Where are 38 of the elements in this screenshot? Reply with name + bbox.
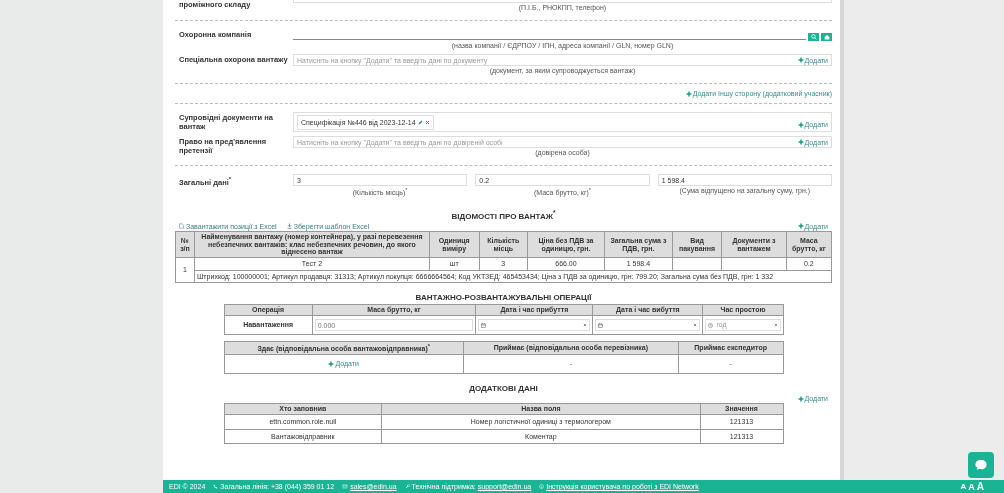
house-icon [823,34,830,40]
section-title: ВАНТАЖНО-РОЗВАНТАЖУВАЛЬНІ ОПЕРАЦІЇ [414,292,593,305]
section-title: ВІДОМОСТІ ПРО ВАНТАЖ$^{*}$ [450,208,557,223]
clear-icon[interactable] [773,323,778,328]
search-icon [810,34,817,40]
plus-icon [797,121,804,128]
calendar-icon [481,322,487,328]
plus-icon [797,57,804,63]
clock-icon [708,322,714,328]
search-button[interactable] [808,33,819,41]
mail-icon [342,484,349,489]
plus-icon [797,395,804,402]
contact-field[interactable] [293,0,832,3]
table-cell [721,257,787,271]
table-cell [672,257,722,271]
datetime-field[interactable] [595,319,701,332]
font-size-button[interactable]: A [976,481,984,492]
plus-icon [685,90,692,97]
section-title: ДОДАТКОВІ ДАНІ [468,383,539,396]
calendar-icon [598,322,604,328]
font-size-button[interactable]: A [960,482,967,491]
directory-button[interactable] [821,33,832,41]
datetime-field[interactable] [478,319,591,332]
phone-icon [213,484,219,489]
info-icon [539,484,545,489]
close-icon[interactable] [424,120,430,125]
wrench-icon [404,484,410,489]
file-icon [179,223,184,230]
download-icon [286,223,292,230]
chat-button[interactable] [968,452,994,478]
clear-icon[interactable] [583,323,588,328]
plus-icon [797,139,804,145]
pencil-icon[interactable] [417,120,423,125]
chat-icon [974,458,988,472]
plus-icon [797,223,804,230]
plus-icon [328,360,335,367]
clear-icon[interactable] [693,323,698,328]
font-size-button[interactable]: A [968,481,975,492]
